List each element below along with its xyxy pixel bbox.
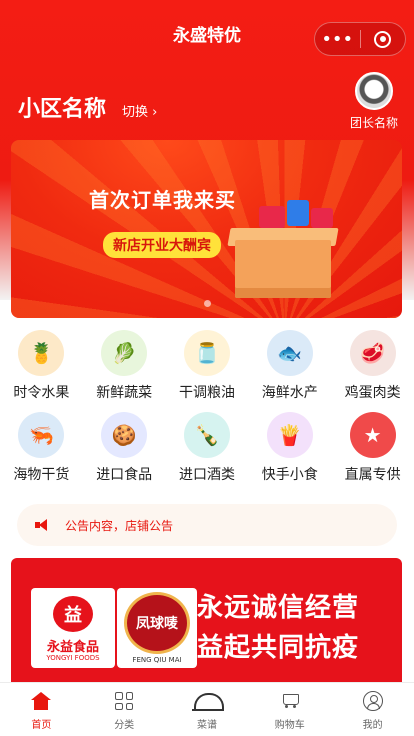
promo-banner-carousel[interactable]: 首次订单我来买 新店开业大酬宾 [11,140,402,318]
tab-recipes-label: 菜谱 [196,720,217,731]
box-icon [235,240,331,298]
leader-name: 团长名称 [349,116,398,130]
mini-program-capsule: ••• [314,22,406,56]
category-item[interactable]: 🍪 进口食品 [83,412,166,484]
page: 永盛特优 ••• 小区名称 切换 › 团长名称 首次订单我来买 新店开业大酬宾 … [0,0,414,736]
tab-home-label: 首页 [31,720,52,731]
app-title: 永盛特优 [173,25,241,46]
liquor-bottles-icon: 🍾 [183,412,230,458]
promo-slogan: 永远诚信经营 益起共同抗疫 [197,588,359,668]
notice-text: 公告内容，店铺公告 [65,518,174,533]
user-icon [362,691,383,711]
cart-icon [280,692,300,710]
category-item[interactable]: 🍟 快手小食 [248,412,331,484]
gift-icon [287,200,309,226]
category-item[interactable]: 🥩 鸡蛋肉类 [331,330,414,402]
snack-box-icon: 🍪 [101,412,148,458]
community-name: 小区名称 [18,97,107,122]
category-label: 鸡蛋肉类 [344,385,401,401]
bottom-tab-bar: 首页 分类 菜谱 购物车 我的 [0,682,414,736]
chopsticks-logo-icon: 益 [53,596,93,632]
category-item[interactable]: 🦐 海物干货 [0,412,83,484]
yongyi-logo: 益 永益食品 YONGYI FOODS [31,588,115,668]
category-item[interactable]: 🥬 新鲜蔬菜 [83,330,166,402]
tab-category-label: 分类 [114,720,135,731]
category-item[interactable]: ★ 直属专供 [331,412,414,484]
category-label: 海鲜水产 [261,385,318,401]
speaker-icon [35,518,53,532]
dried-seafood-icon: 🦐 [18,412,65,458]
banner-headline: 首次订单我来买 [89,188,236,212]
carousel-indicator[interactable] [204,300,211,307]
star-bookmark-icon: ★ [349,412,396,458]
category-label: 干调粮油 [178,385,235,401]
lettuce-icon: 🥬 [101,330,148,376]
category-label: 进口食品 [96,467,153,483]
cloche-icon [191,689,224,713]
brand2-seal: 凤球唛 [124,592,190,654]
grid-icon [115,692,134,710]
banner-rays-decoration [11,140,402,318]
chips-bag-icon: 🍟 [266,412,313,458]
tab-home[interactable]: 首页 [0,683,83,736]
tab-profile[interactable]: 我的 [331,683,414,736]
brand-promo-banner[interactable]: 益 永益食品 YONGYI FOODS 凤球唛 FENG QIU MAI 永远诚… [11,558,402,682]
category-label: 直属专供 [344,467,401,483]
gift-icon [311,208,333,228]
oil-bottle-icon: 🫙 [183,330,230,376]
home-icon [31,692,52,710]
tab-cart-label: 购物车 [274,720,305,731]
more-menu-button[interactable]: ••• [315,23,360,55]
tab-category[interactable]: 分类 [83,683,166,736]
slogan-line-2: 益起共同抗疫 [197,633,360,663]
tab-recipes[interactable]: 菜谱 [166,683,249,736]
category-item[interactable]: 🐟 海鲜水产 [248,330,331,402]
category-item[interactable]: 🍾 进口酒类 [166,412,249,484]
category-grid: 🍍 时令水果 🥬 新鲜蔬菜 🫙 干调粮油 🐟 海鲜水产 🥩 鸡蛋肉类 🦐 海物干货 🍪 进口食品 🍾 进口酒类… [0,330,414,484]
fish-icon: 🐟 [266,330,313,376]
banner-tagline: 新店开业大酬宾 [103,232,221,258]
target-close-icon [374,30,392,48]
fengqiumai-logo: 凤球唛 FENG QIU MAI [117,588,197,668]
gift-icon [259,206,285,228]
community-selector: 小区名称 切换 › [18,91,157,123]
brand1-english: YONGYI FOODS [46,654,100,662]
category-label: 海物干货 [13,467,70,483]
tab-profile-label: 我的 [362,720,383,731]
leader-avatar[interactable] [355,72,393,110]
pineapple-icon: 🍍 [18,330,65,376]
tab-cart[interactable]: 购物车 [248,683,331,736]
category-item[interactable]: 🍍 时令水果 [0,330,83,402]
switch-community-link[interactable]: 切换 › [122,101,157,120]
brand1-name: 永益食品 [46,640,99,655]
notice-bar[interactable]: 公告内容，店铺公告 [17,504,397,546]
brand2-english: FENG QIU MAI [132,656,182,664]
slogan-line-1: 永远诚信经营 [197,593,360,623]
category-item[interactable]: 🫙 干调粮油 [166,330,249,402]
meat-icon: 🥩 [349,330,396,376]
category-label: 快手小食 [261,467,318,483]
group-leader[interactable]: 团长名称 [346,72,402,131]
category-label: 进口酒类 [178,467,235,483]
close-miniprogram-button[interactable] [360,23,405,55]
category-label: 新鲜蔬菜 [96,385,153,401]
category-label: 时令水果 [13,385,70,401]
more-dots-icon: ••• [321,28,354,50]
